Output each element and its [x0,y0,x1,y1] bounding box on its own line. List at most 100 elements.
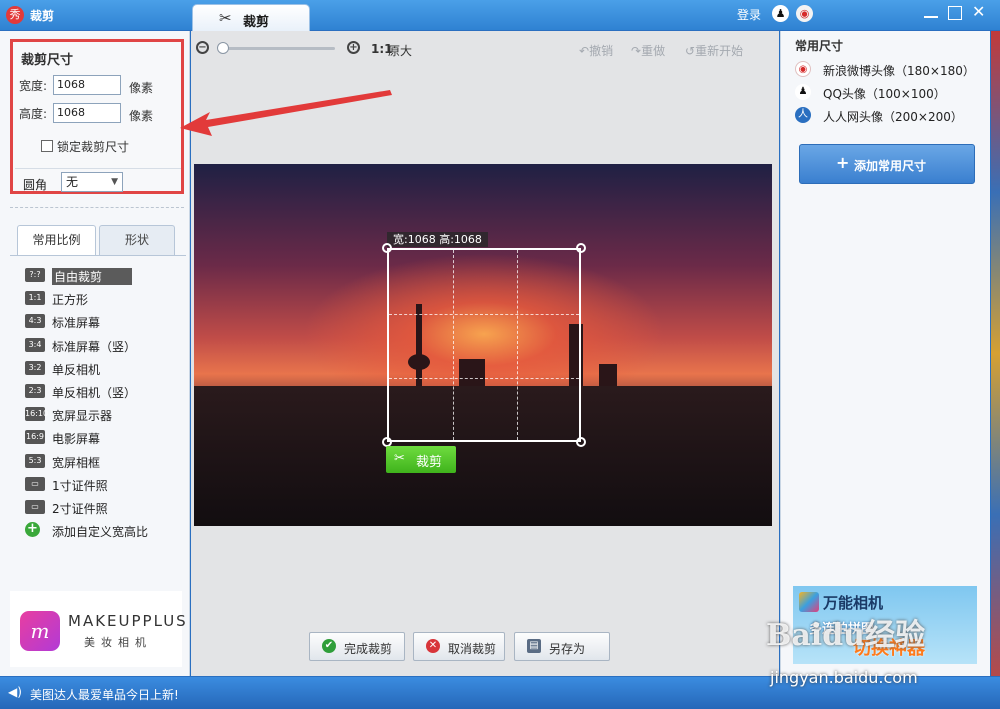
presets-title: 常用尺寸 [795,39,844,53]
id-card-icon: ▭ [25,500,45,514]
height-label: 高度: [19,107,48,121]
undo-button[interactable]: ↶撤销 [579,42,613,59]
actual-size-button[interactable]: 原大 [388,42,412,59]
add-custom-ratio[interactable]: + 添加自定义宽高比 [25,521,185,541]
zoom-slider-track[interactable] [223,47,335,50]
photo-preview: 宽:1068 高:1068 ✂ 裁剪 [194,164,772,526]
cancel-icon: ✕ [426,639,440,653]
finish-crop-button[interactable]: ✔ 完成裁剪 [309,632,405,661]
corner-select-value: 无 [66,175,79,189]
width-input[interactable]: 1068 [53,75,121,95]
preset-qq[interactable]: ♟ QQ头像（100×100） [795,82,985,102]
ratio-item[interactable]: ▭ 1寸证件照 [25,475,185,495]
renren-icon: 人 [795,107,811,123]
ratio-item[interactable]: 2:3 单反相机（竖） [25,382,185,402]
ratio-label: 自由裁剪 [52,268,133,285]
tab-crop[interactable]: ✂ 裁剪 [192,4,310,31]
crop-size-title: 裁剪尺寸 [21,53,74,68]
ratio-item[interactable]: 1:1 正方形 [25,289,185,309]
ratio-icon: 4:3 [25,314,45,329]
weibo-icon[interactable]: ◉ [796,5,813,22]
add-preset-label: 添加常用尺寸 [854,159,927,173]
preset-weibo[interactable]: ◉ 新浪微博头像（180×180） [795,59,985,79]
watermark-url: jingyan.baidu.com [770,668,918,687]
ratio-item[interactable]: ▭ 2寸证件照 [25,498,185,518]
ratio-item[interactable]: ?:? 自由裁剪 [25,266,185,286]
ratio-label: 宽屏相框 [52,455,101,470]
ratio-icon: 5:3 [25,453,45,468]
speaker-icon: ◀) [8,685,22,699]
tab-baseline [10,255,186,256]
cancel-crop-button[interactable]: ✕ 取消裁剪 [413,632,505,661]
canvas-area: − + 1:1 原大 ↶撤销 ↷重做 ↺重新开始 宽:1068 高:1068 ✂… [191,31,779,676]
crop-handle-top-left[interactable] [382,243,392,253]
crop-frame[interactable] [387,248,581,442]
preset-label: 新浪微博头像（180×180） [823,64,975,78]
check-icon: ✔ [322,639,336,653]
undo-label: 撤销 [589,44,614,58]
finish-crop-label: 完成裁剪 [344,642,393,656]
right-panel: 常用尺寸 ◉ 新浪微博头像（180×180） ♟ QQ头像（100×100） 人… [780,31,990,676]
tab-common-ratio[interactable]: 常用比例 [17,225,96,255]
crop-button[interactable]: ✂ 裁剪 [386,446,456,473]
crop-handle-bottom-right[interactable] [576,437,586,447]
save-as-label: 另存为 [549,642,586,656]
add-custom-ratio-label: 添加自定义宽高比 [52,525,149,539]
grid-line [517,250,518,440]
divider [15,168,181,169]
id-card-icon: ▭ [25,476,45,491]
ratio-item[interactable]: 3:4 标准屏幕（竖） [25,336,185,356]
maximize-button[interactable] [948,6,962,20]
minimize-button[interactable] [924,6,938,18]
save-icon: ▤ [527,639,541,653]
preset-label: 人人网头像（200×200） [823,110,963,124]
status-text[interactable]: 美图达人最爱单品今日上新! [30,686,179,703]
plus-icon: + [836,153,850,172]
left-panel: 裁剪尺寸 宽度: 1068 像素 高度: 1068 像素 锁定裁剪尺寸 圆角 无… [0,31,190,676]
ratio-label: 宽屏显示器 [52,409,113,424]
ratio-label: 单反相机 [52,362,101,377]
ratio-item[interactable]: 5:3 宽屏相框 [25,452,185,472]
tab-crop-label: 裁剪 [243,15,270,30]
ratio-icon: 16:9 [25,430,45,445]
app-logo-icon: 秀 [6,6,24,24]
login-link[interactable]: 登录 [737,6,761,23]
lock-size-label: 锁定裁剪尺寸 [57,140,130,154]
ratio-label: 标准屏幕 [52,316,101,331]
ratio-item[interactable]: 16:10 宽屏显示器 [25,405,185,425]
tab-shape[interactable]: 形状 [99,225,175,255]
crop-handle-top-right[interactable] [576,243,586,253]
makeupplus-ad[interactable]: m MAKEUPPLUS 美妆相机 [10,591,186,667]
redo-button[interactable]: ↷重做 [631,42,665,59]
ratio-item[interactable]: 4:3 标准屏幕 [25,312,185,332]
undo-icon: ↶ [579,44,590,58]
restart-button[interactable]: ↺重新开始 [685,42,743,59]
restart-label: 重新开始 [695,44,744,58]
preset-renren[interactable]: 人 人人网头像（200×200） [795,105,985,125]
height-input[interactable]: 1068 [53,103,121,123]
weibo-icon: ◉ [795,61,811,77]
close-button[interactable]: ✕ [972,4,986,20]
crop-dimensions-label: 宽:1068 高:1068 [387,232,488,247]
lock-size-checkbox[interactable] [41,140,53,152]
qq-icon: ♟ [795,84,811,100]
save-as-button[interactable]: ▤ 另存为 [514,632,610,661]
restart-icon: ↺ [685,44,696,58]
zoom-slider-handle[interactable] [217,42,229,54]
ratio-icon: ?:? [25,268,45,282]
qq-icon[interactable]: ♟ [772,5,789,22]
ratio-icon: 16:10 [25,407,48,422]
add-preset-button[interactable]: + 添加常用尺寸 [799,144,975,184]
corner-select[interactable]: 无 ▼ [61,172,123,192]
ratio-icon: 1:1 [25,291,45,306]
ratio-label: 正方形 [52,293,89,308]
cancel-crop-label: 取消裁剪 [448,642,497,656]
baidu-watermark: Baidu经验 [766,618,925,653]
ad-brand: MAKEUPPLUS [68,612,188,630]
ratio-item[interactable]: 16:9 电影屏幕 [25,428,185,448]
ratio-item[interactable]: 3:2 单反相机 [25,359,185,379]
zoom-out-icon[interactable]: − [196,41,209,54]
zoom-in-icon[interactable]: + [347,41,360,54]
camera-app-logo-icon [799,592,819,612]
scissors-icon: ✂ [219,9,232,27]
